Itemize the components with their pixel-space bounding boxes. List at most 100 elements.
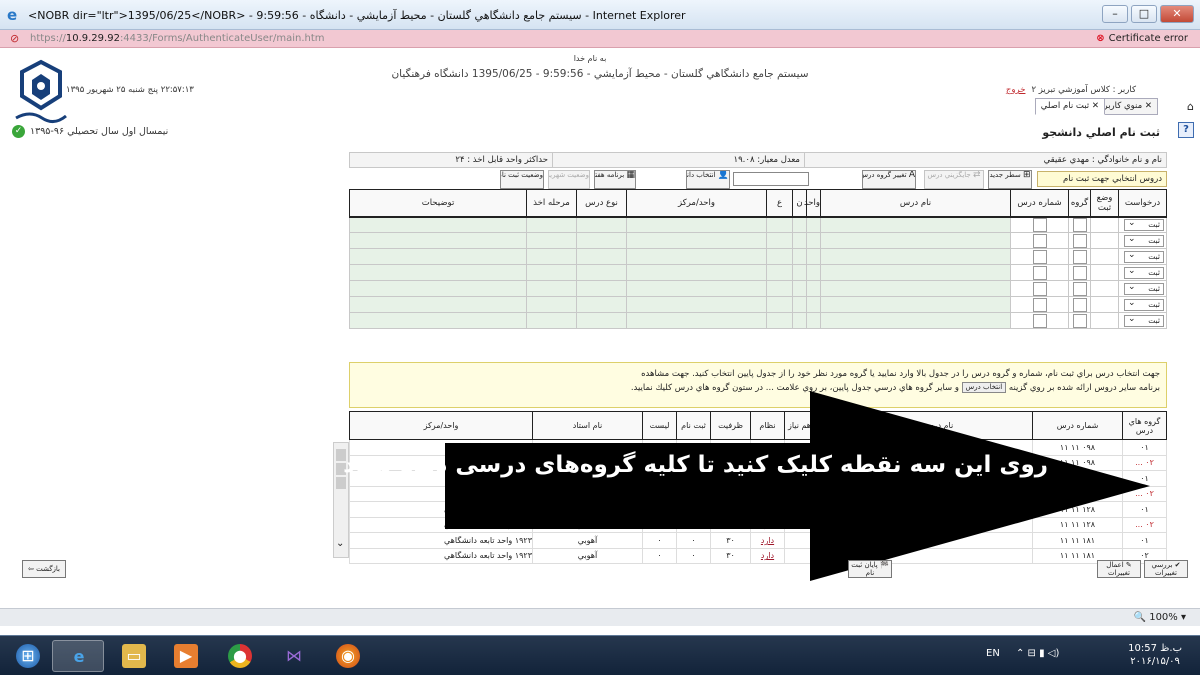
t1-cell[interactable] <box>1090 264 1119 281</box>
t1-cell[interactable] <box>1010 248 1069 265</box>
certificate-error[interactable]: ⊗ Certificate error <box>1096 33 1188 44</box>
replace-course-button[interactable]: ⇄ جايگزيني درس <box>924 170 984 189</box>
t1-cell[interactable] <box>1010 216 1069 233</box>
t1-cell[interactable] <box>1068 232 1091 249</box>
apply-changes-button[interactable]: ✎ اعمال تغييرات <box>1097 560 1141 578</box>
logout-link[interactable]: خروج <box>1006 85 1026 95</box>
request-dropdown[interactable]: ثبت <box>1124 314 1164 327</box>
t1-cell[interactable] <box>1090 248 1119 265</box>
firefox-taskbar-icon[interactable]: ◉ <box>322 640 374 672</box>
t1-cell[interactable] <box>1010 232 1069 249</box>
back-button[interactable]: بازگشت ⇦ <box>22 560 66 578</box>
course-input[interactable] <box>1072 281 1087 296</box>
home-icon[interactable]: ⌂ <box>1187 100 1194 113</box>
ie-taskbar-icon[interactable]: e <box>52 640 104 672</box>
finish-registration-button[interactable]: 🏁 پايان ثبت نام <box>848 560 892 578</box>
registration-status-button[interactable]: وضعيت ثبت نام <box>500 170 544 189</box>
request-dropdown[interactable]: ثبت <box>1124 218 1164 231</box>
course-input[interactable] <box>1032 313 1047 328</box>
zoom-level[interactable]: 🔍 100% ▾ <box>1134 612 1186 623</box>
media-player-taskbar-icon[interactable]: ▶ <box>160 640 212 672</box>
course-input[interactable] <box>1072 265 1087 280</box>
request-dropdown[interactable]: ثبت <box>1124 298 1164 311</box>
select-student-button[interactable]: 👤 انتخاب دانشجو <box>686 170 730 189</box>
tab-user-menu[interactable]: ✕ منوي كاربر <box>1097 98 1158 115</box>
t1-header: نام درس <box>820 189 1011 218</box>
course-input[interactable] <box>1032 265 1047 280</box>
clock[interactable]: 10:57 ب.ظ ۲۰۱۶/۱۵/۰۹ <box>1128 642 1182 668</box>
course-input[interactable] <box>1032 217 1047 232</box>
minimize-button[interactable]: – <box>1102 5 1128 23</box>
chrome-taskbar-icon[interactable]: ● <box>214 640 266 672</box>
language-indicator[interactable]: EN <box>986 648 1000 659</box>
t1-cell <box>576 216 627 233</box>
t1-cell[interactable] <box>1090 296 1119 313</box>
help-icon[interactable]: ? <box>1178 122 1194 138</box>
review-changes-button[interactable]: ✔ بررسي تغييرات <box>1144 560 1188 578</box>
t1-cell[interactable] <box>1068 312 1091 329</box>
course-input[interactable] <box>1072 297 1087 312</box>
t1-cell <box>526 280 577 297</box>
t1-cell[interactable] <box>1068 280 1091 297</box>
course-input[interactable] <box>1032 297 1047 312</box>
page-content: به نام خدا سيستم جامع دانشگاهي گلستان - … <box>0 48 1200 635</box>
t1-cell[interactable]: ثبت <box>1118 296 1167 313</box>
start-button[interactable]: ⊞ <box>2 640 54 672</box>
close-button[interactable]: ✕ <box>1160 5 1194 23</box>
t1-cell[interactable] <box>1068 296 1091 313</box>
new-row-button[interactable]: ⊞ سطر جديد <box>988 170 1032 189</box>
t1-header: واحد <box>804 189 821 218</box>
t1-header: نوع درس <box>576 189 627 218</box>
course-input[interactable] <box>1072 313 1087 328</box>
t1-cell[interactable] <box>1010 296 1069 313</box>
t1-cell[interactable]: ثبت <box>1118 248 1167 265</box>
request-dropdown[interactable]: ثبت <box>1124 282 1164 295</box>
url-text[interactable]: https://10.9.29.92:4433/Forms/Authentica… <box>30 33 325 44</box>
request-dropdown[interactable]: ثبت <box>1124 234 1164 247</box>
tray-icons[interactable]: ⌃ ⊟ ▮ ◁) <box>1016 648 1059 659</box>
course-input[interactable] <box>1072 249 1087 264</box>
tuition-status-button[interactable]: وضعيت شهريه <box>548 170 590 189</box>
selected-courses-table: درخواست وضع ثبت گروه شماره درس نام درس واحد ن ع… <box>349 189 1167 329</box>
t1-header: توضيحات <box>349 189 527 218</box>
request-dropdown[interactable]: ثبت <box>1124 250 1164 263</box>
t1-cell[interactable] <box>1090 312 1119 329</box>
visual-studio-taskbar-icon[interactable]: ⋈ <box>268 640 320 672</box>
t1-cell[interactable]: ثبت <box>1118 232 1167 249</box>
t1-cell[interactable]: ثبت <box>1118 216 1167 233</box>
change-group-button[interactable]: A تغيير گروه درس <box>862 170 916 189</box>
t1-cell <box>626 216 767 233</box>
t1-cell <box>820 232 1011 249</box>
t1-cell[interactable] <box>1090 280 1119 297</box>
t1-cell[interactable] <box>1010 312 1069 329</box>
t1-cell <box>806 296 821 313</box>
course-input[interactable] <box>1072 233 1087 248</box>
t1-cell[interactable] <box>1068 264 1091 281</box>
weekly-schedule-button[interactable]: ▦ برنامه هفتگي <box>594 170 636 189</box>
student-id-input[interactable] <box>733 172 809 186</box>
tab-main-registration[interactable]: ✕ ثبت نام اصلي <box>1034 98 1105 115</box>
t1-cell <box>626 312 767 329</box>
t1-cell[interactable] <box>1090 216 1119 233</box>
t1-cell[interactable]: ثبت <box>1118 312 1167 329</box>
maximize-button[interactable]: □ <box>1131 5 1157 23</box>
explorer-taskbar-icon[interactable]: ▭ <box>108 640 160 672</box>
t1-cell[interactable] <box>1010 264 1069 281</box>
t1-cell <box>766 280 793 297</box>
request-dropdown[interactable]: ثبت <box>1124 266 1164 279</box>
course-input[interactable] <box>1072 217 1087 232</box>
t1-cell[interactable] <box>1090 232 1119 249</box>
t1-cell[interactable]: ثبت <box>1118 280 1167 297</box>
t1-cell[interactable] <box>1068 216 1091 233</box>
t1-cell[interactable] <box>1010 280 1069 297</box>
t1-cell[interactable]: ثبت <box>1118 264 1167 281</box>
max-units: حداكثر واحد قابل اخذ : ۲۴ <box>455 155 548 165</box>
address-bar[interactable]: ⊘ https://10.9.29.92:4433/Forms/Authenti… <box>0 30 1200 48</box>
course-input[interactable] <box>1032 233 1047 248</box>
t1-cell <box>766 296 793 313</box>
t1-cell[interactable] <box>1068 248 1091 265</box>
course-input[interactable] <box>1032 281 1047 296</box>
error-icon: ⊗ <box>1096 33 1105 44</box>
course-input[interactable] <box>1032 249 1047 264</box>
t1-cell <box>792 280 807 297</box>
